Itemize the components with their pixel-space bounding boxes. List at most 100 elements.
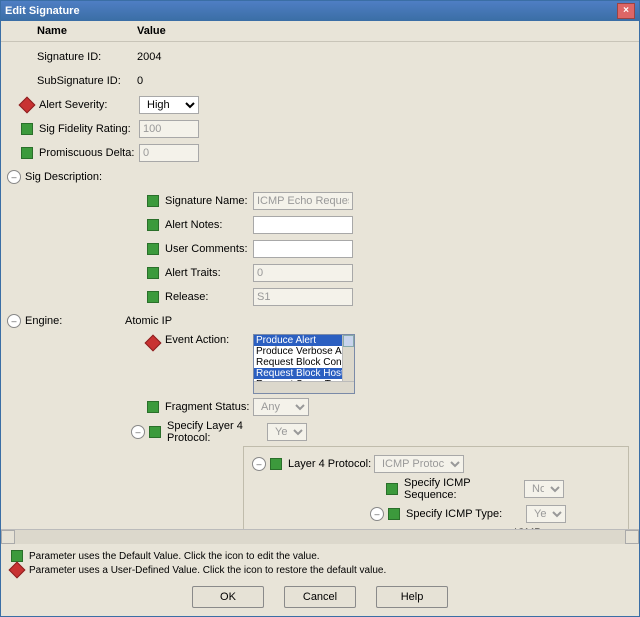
row-release: Release: (7, 286, 633, 308)
scrollbar-horizontal[interactable] (1, 529, 639, 544)
edit-signature-window: Edit Signature × Name Value Signature ID… (0, 0, 640, 617)
list-item[interactable]: Request Block Host (254, 368, 354, 379)
label-sig-description: Sig Description: (25, 171, 125, 183)
row-event-action: Event Action: Produce Alert Produce Verb… (7, 334, 633, 394)
parameters-area: Signature ID: 2004 SubSignature ID: 0 Al… (1, 42, 639, 529)
label-user-comments: User Comments: (165, 243, 253, 255)
fidelity-input[interactable] (139, 120, 199, 138)
header-name: Name (37, 25, 137, 37)
scroll-left-icon[interactable] (1, 530, 15, 544)
scroll-right-icon[interactable] (625, 530, 639, 544)
legend: Parameter uses the Default Value. Click … (1, 544, 639, 580)
label-fragment-status: Fragment Status: (165, 401, 253, 413)
close-icon[interactable]: × (617, 3, 635, 19)
label-release: Release: (165, 291, 253, 303)
scrollbar-horizontal[interactable] (254, 381, 354, 393)
default-value-icon[interactable] (21, 123, 33, 135)
row-sig-description: – Sig Description: (7, 166, 633, 188)
default-value-icon[interactable] (147, 401, 159, 413)
user-defined-icon[interactable] (19, 97, 36, 114)
l4-protocol-select[interactable]: ICMP Protocol (374, 455, 464, 473)
row-l4-protocol: – Layer 4 Protocol: ICMP Protocol (246, 453, 626, 475)
row-alert-severity: Alert Severity: High (7, 94, 633, 116)
alert-notes-input[interactable] (253, 216, 353, 234)
dialog-body: Name Value Signature ID: 2004 SubSignatu… (1, 21, 639, 616)
user-defined-icon (9, 562, 26, 579)
label-alert-notes: Alert Notes: (165, 219, 253, 231)
value-subsignature-id: 0 (137, 75, 143, 87)
row-signature-name: Signature Name: (7, 190, 633, 212)
default-value-icon[interactable] (270, 458, 282, 470)
label-signature-name: Signature Name: (165, 195, 253, 207)
event-action-listbox[interactable]: Produce Alert Produce Verbose Alert Requ… (253, 334, 355, 394)
row-signature-id: Signature ID: 2004 (7, 46, 633, 68)
default-value-icon[interactable] (147, 291, 159, 303)
label-icmp-type: Specify ICMP Type: (406, 508, 526, 520)
row-promiscuous-delta: Promiscuous Delta: (7, 142, 633, 164)
label-specify-l4: Specify Layer 4 Protocol: (167, 420, 267, 444)
default-value-icon[interactable] (147, 267, 159, 279)
list-item[interactable]: Request Block Connection (254, 357, 354, 368)
icmp-type-select[interactable]: Yes (526, 505, 566, 523)
label-event-action: Event Action: (165, 334, 253, 346)
label-l4-protocol: Layer 4 Protocol: (288, 458, 374, 470)
window-title: Edit Signature (5, 5, 80, 17)
default-value-icon[interactable] (147, 243, 159, 255)
prom-delta-input[interactable] (139, 144, 199, 162)
list-item[interactable]: Produce Alert (254, 335, 354, 346)
user-comments-input[interactable] (253, 240, 353, 258)
label-subsignature-id: SubSignature ID: (37, 75, 137, 87)
row-alert-traits: Alert Traits: (7, 262, 633, 284)
row-subsignature-id: SubSignature ID: 0 (7, 70, 633, 92)
collapse-toggle-icon[interactable]: – (252, 457, 266, 471)
label-fidelity: Sig Fidelity Rating: (39, 123, 139, 135)
default-value-icon[interactable] (386, 483, 398, 495)
collapse-toggle-icon[interactable]: – (131, 425, 145, 439)
legend-user-text: Parameter uses a User-Defined Value. Cli… (29, 565, 386, 576)
signature-name-input[interactable] (253, 192, 353, 210)
label-prom-delta: Promiscuous Delta: (39, 147, 139, 159)
default-value-icon[interactable] (21, 147, 33, 159)
column-headers: Name Value (1, 21, 639, 42)
default-value-icon[interactable] (149, 426, 161, 438)
default-value-icon[interactable] (388, 508, 400, 520)
legend-default-text: Parameter uses the Default Value. Click … (29, 551, 320, 562)
alert-traits-input[interactable] (253, 264, 353, 282)
cancel-button[interactable]: Cancel (284, 586, 356, 608)
list-item[interactable]: Produce Verbose Alert (254, 346, 354, 357)
header-value: Value (137, 25, 166, 37)
collapse-toggle-icon[interactable]: – (370, 507, 384, 521)
specify-l4-select[interactable]: Yes (267, 423, 307, 441)
collapse-toggle-icon[interactable]: – (7, 314, 21, 328)
row-alert-notes: Alert Notes: (7, 214, 633, 236)
label-alert-traits: Alert Traits: (165, 267, 253, 279)
row-fidelity: Sig Fidelity Rating: (7, 118, 633, 140)
fragment-status-select[interactable]: Any (253, 398, 309, 416)
help-button[interactable]: Help (376, 586, 448, 608)
alert-severity-select[interactable]: High (139, 96, 199, 114)
collapse-toggle-icon[interactable]: – (7, 170, 21, 184)
label-engine: Engine: (25, 315, 125, 327)
scrollbar-vertical[interactable] (342, 335, 354, 382)
label-icmp-seq: Specify ICMP Sequence: (404, 477, 524, 501)
label-signature-id: Signature ID: (37, 51, 137, 63)
row-engine: – Engine: Atomic IP (7, 310, 633, 332)
value-engine: Atomic IP (125, 315, 172, 327)
value-signature-id: 2004 (137, 51, 161, 63)
user-defined-icon[interactable] (145, 335, 162, 352)
row-user-comments: User Comments: (7, 238, 633, 260)
row-fragment-status: Fragment Status: Any (7, 396, 633, 418)
release-input[interactable] (253, 288, 353, 306)
label-alert-severity: Alert Severity: (39, 99, 139, 111)
row-icmp-seq: Specify ICMP Sequence: No (246, 477, 626, 501)
default-value-icon[interactable] (147, 195, 159, 207)
row-specify-l4: – Specify Layer 4 Protocol: Yes (7, 420, 633, 444)
default-value-icon[interactable] (147, 219, 159, 231)
default-value-icon (11, 550, 23, 562)
ok-button[interactable]: OK (192, 586, 264, 608)
row-icmp-type: – Specify ICMP Type: Yes (246, 503, 626, 525)
dialog-buttons: OK Cancel Help (1, 580, 639, 616)
titlebar: Edit Signature × (1, 1, 639, 21)
l4-protocol-panel: – Layer 4 Protocol: ICMP Protocol Specif… (243, 446, 629, 529)
icmp-seq-select[interactable]: No (524, 480, 564, 498)
